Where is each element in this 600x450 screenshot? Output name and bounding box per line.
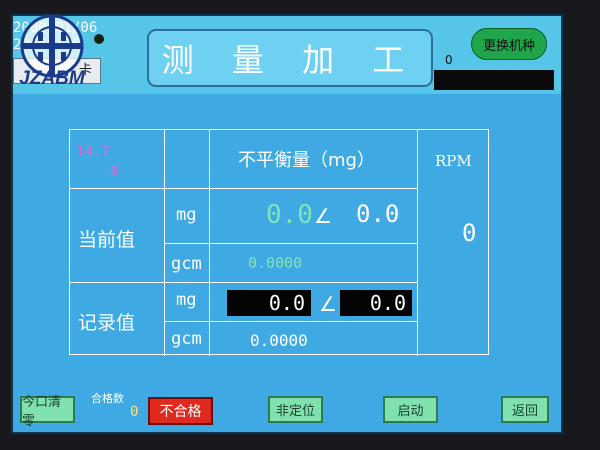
corner-value-bottom: 0: [110, 164, 119, 180]
change-model-label: 更换机种: [482, 38, 535, 54]
grid-line: [70, 282, 417, 283]
current-angle-symbol: ∠: [314, 204, 332, 228]
model-name-field: [434, 70, 554, 90]
rpm-value: 0: [462, 219, 477, 247]
model-count-value: 0: [445, 53, 453, 67]
jzabm-logo: JZABM: [19, 14, 86, 88]
non-position-button[interactable]: 非定位: [268, 396, 323, 423]
current-mg-value: 0.0: [266, 200, 313, 230]
back-button[interactable]: 返回: [501, 396, 549, 423]
measurement-table: 14.7 0 不平衡量（mg） RPM 0 当前值 mg gcm 0.0 ∠ 0…: [69, 129, 489, 356]
grid-line: [417, 130, 418, 356]
record-value-label: 记录值: [78, 312, 136, 334]
rpm-header: RPM: [435, 152, 472, 170]
record-mg-value: 0.0: [227, 290, 311, 316]
qualified-count-label: 合格数: [91, 392, 124, 405]
record-gcm-value: 0.0000: [250, 331, 308, 350]
page-title-text: 测 量 加 工: [161, 41, 419, 79]
record-angle-value: 0.0: [340, 290, 412, 316]
grid-line: [70, 188, 417, 189]
clear-count-label: 今口清零: [22, 394, 62, 429]
unbalance-header: 不平衡量（mg）: [238, 150, 375, 171]
record-angle-symbol: ∠: [319, 292, 337, 316]
fail-indicator-button[interactable]: 不合格: [148, 397, 213, 425]
corner-value-top: 14.7: [76, 144, 110, 160]
current-value-label: 当前值: [78, 229, 136, 251]
change-model-button[interactable]: 更换机种: [471, 28, 547, 60]
clear-count-button[interactable]: 今口清零: [20, 395, 75, 429]
page-title: 测 量 加 工: [147, 29, 433, 87]
start-label: 启动: [397, 404, 424, 419]
hmi-screen: 2000/01/06 23:50:26 卡 JZABM 测 量 加 工 更换机种…: [11, 14, 563, 434]
back-label: 返回: [511, 404, 538, 419]
qualified-count-value: 0: [130, 404, 139, 420]
current-gcm-value: 0.0000: [248, 254, 303, 272]
fail-indicator-label: 不合格: [159, 404, 202, 420]
grid-line: [164, 321, 417, 322]
grid-line: [164, 243, 417, 244]
start-button[interactable]: 启动: [383, 396, 438, 423]
current-gcm-unit: gcm: [171, 254, 202, 274]
non-position-label: 非定位: [275, 404, 315, 419]
record-mg-unit: mg: [176, 290, 197, 310]
current-angle-value: 0.0: [356, 200, 400, 228]
record-gcm-unit: gcm: [171, 329, 202, 349]
logo-text: JZABM: [19, 68, 86, 88]
current-mg-unit: mg: [176, 205, 197, 225]
